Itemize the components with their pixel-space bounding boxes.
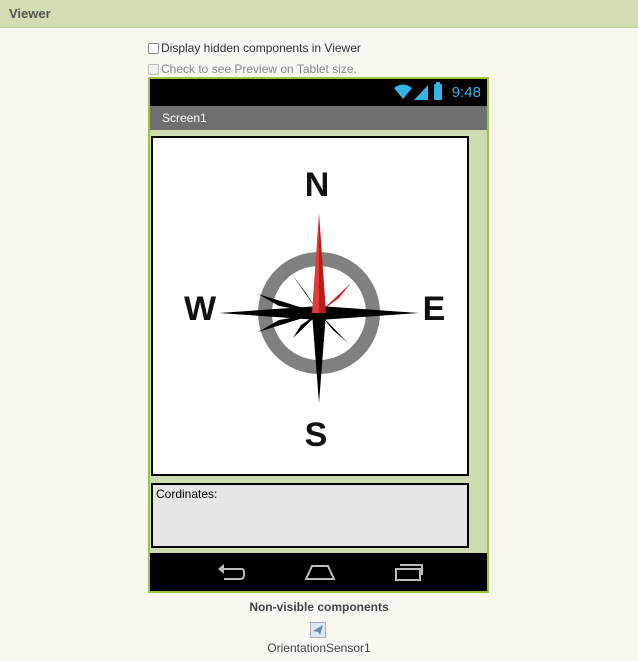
wifi-icon: [394, 84, 412, 99]
signal-icon: [414, 85, 428, 100]
coordinates-label: Cordinates:: [156, 487, 218, 501]
phone-preview: 9:48 Screen1 N S E W Cordinates:: [148, 77, 489, 593]
orientation-sensor-label[interactable]: OrientationSensor1: [0, 641, 638, 655]
home-icon[interactable]: [304, 561, 336, 583]
panel-title: Viewer: [9, 6, 51, 21]
battery-icon: [434, 82, 442, 100]
compass-east-label: E: [423, 290, 446, 328]
viewer-panel-header: Viewer: [0, 0, 638, 28]
coordinates-label-box[interactable]: Cordinates:: [151, 483, 469, 548]
display-hidden-label: Display hidden components in Viewer: [161, 41, 361, 55]
screen-title-bar: Screen1: [150, 106, 487, 130]
compass-south-label: S: [305, 416, 328, 454]
compass-graphic: N S E W: [184, 166, 446, 454]
compass-west-label: W: [184, 290, 217, 328]
back-icon[interactable]: [216, 561, 246, 583]
android-nav-bar: [150, 553, 487, 591]
tablet-preview-option[interactable]: Check to see Preview on Tablet size.: [148, 62, 357, 76]
compass-image[interactable]: N S E W: [151, 136, 469, 476]
display-hidden-checkbox[interactable]: [148, 42, 159, 54]
display-hidden-components-option[interactable]: Display hidden components in Viewer: [148, 41, 361, 55]
status-time: 9:48: [451, 84, 481, 101]
status-bar: 9:48: [150, 79, 487, 106]
tablet-preview-checkbox[interactable]: [148, 63, 159, 75]
compass-north-label: N: [305, 166, 330, 204]
tablet-preview-label: Check to see Preview on Tablet size.: [161, 62, 357, 76]
scrollbar[interactable]: [470, 130, 487, 554]
orientation-sensor-icon[interactable]: [310, 622, 326, 638]
nonvisible-components-title: Non-visible components: [249, 600, 389, 614]
screen-title: Screen1: [162, 111, 207, 125]
recent-apps-icon[interactable]: [394, 561, 424, 583]
